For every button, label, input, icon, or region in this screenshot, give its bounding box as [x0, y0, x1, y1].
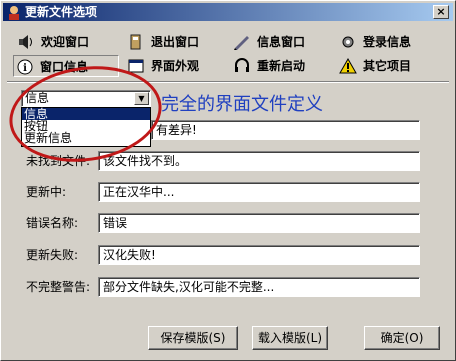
incomplete-warning-field[interactable]: 部分文件缺失,汉化可能不完整...: [98, 277, 420, 297]
update-failed-field[interactable]: 汉化失败!: [98, 245, 420, 265]
warning-icon: [339, 58, 357, 74]
updating-field[interactable]: 正在汉华中...: [98, 182, 420, 202]
tab-label: 重新启动: [257, 59, 306, 73]
book-icon: [130, 34, 141, 50]
field-label: 更新失败:: [26, 248, 79, 262]
ok-button[interactable]: 确定(O): [364, 326, 440, 350]
tab-label: 登录信息: [363, 35, 412, 49]
pen-icon: [234, 36, 249, 50]
load-template-button[interactable]: 载入模版(L): [252, 326, 328, 350]
tab-label: 信息窗口: [257, 35, 306, 49]
tab-label: 其它项目: [363, 59, 412, 73]
tab-label: 欢迎窗口: [41, 35, 90, 49]
save-template-button[interactable]: 保存模版(S): [148, 326, 238, 350]
tab-login-info[interactable]: 登录信息: [337, 31, 411, 53]
title-bar[interactable]: 更新文件选项 ×: [3, 3, 453, 21]
difference-field[interactable]: 有差异!: [151, 120, 420, 140]
gear-icon: [342, 36, 354, 48]
tab-other[interactable]: 其它项目: [337, 55, 411, 77]
section-heading: 完全的界面文件定义: [161, 94, 323, 115]
svg-text:i: i: [23, 63, 27, 74]
tab-info-window[interactable]: 信息窗口: [231, 31, 305, 53]
field-label: 不完整警告:: [26, 280, 91, 294]
info-icon: i: [17, 59, 33, 75]
tab-label: 界面外观: [151, 59, 200, 73]
file-not-found-field[interactable]: 该文件找不到。: [98, 151, 420, 171]
tab-welcome[interactable]: 欢迎窗口: [15, 31, 89, 53]
error-name-field[interactable]: 错误: [98, 213, 420, 233]
tab-exit[interactable]: 退出窗口: [125, 31, 199, 53]
speaker-icon: [19, 35, 32, 49]
field-label: 更新中:: [26, 185, 67, 199]
options-window: 更新文件选项 × 欢迎窗口 退出窗口 信息窗口 登录信息 i 窗口信息 界面外观…: [0, 0, 456, 361]
tab-label: 退出窗口: [151, 35, 200, 49]
headphone-icon: [235, 58, 249, 72]
window-title: 更新文件选项: [25, 5, 98, 19]
field-label: 错误名称:: [26, 216, 79, 230]
close-button[interactable]: ×: [433, 5, 449, 19]
tab-restart[interactable]: 重新启动: [231, 55, 305, 77]
app-icon: [9, 6, 19, 20]
